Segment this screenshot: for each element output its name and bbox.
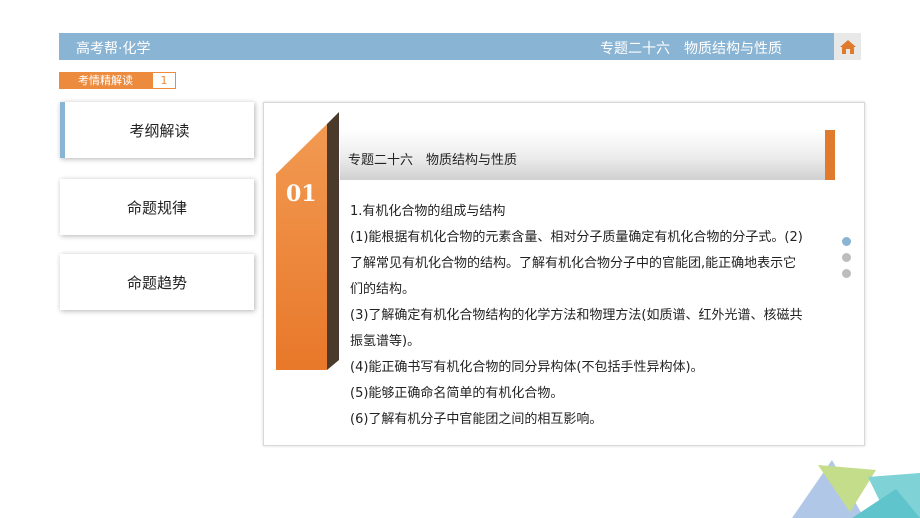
topic-title: 专题二十六 物质结构与性质 xyxy=(600,41,782,57)
pager-dot-2[interactable] xyxy=(842,253,851,262)
section-tag: 考情精解读 xyxy=(59,72,152,89)
home-icon xyxy=(839,39,856,54)
panel-title: 专题二十六 物质结构与性质 xyxy=(348,153,518,168)
pager-dot-1[interactable] xyxy=(842,237,851,246)
nav-rules-button[interactable]: 命题规律 xyxy=(60,179,254,235)
corner-decoration xyxy=(792,460,920,518)
syllabus-text: 1.有机化合物的组成与结构 (1)能根据有机化合物的元素含量、相对分子质量确定有… xyxy=(350,199,805,433)
page-number: 1 xyxy=(152,72,176,89)
home-button[interactable] xyxy=(834,33,861,60)
title-accent xyxy=(825,130,835,180)
section-number: 01 xyxy=(286,181,317,207)
header-bar: 高考帮·化学 专题二十六 物质结构与性质 xyxy=(59,33,834,60)
text-line: (4)能正确书写有机化合物的同分异构体(不包括手性异构体)。 xyxy=(350,360,704,375)
text-line: 1.有机化合物的组成与结构 xyxy=(350,204,506,219)
nav-label: 命题规律 xyxy=(126,198,187,217)
nav-label: 考纲解读 xyxy=(129,121,190,140)
nav-syllabus-button[interactable]: 考纲解读 xyxy=(60,102,254,158)
number-tab-graphic xyxy=(276,112,339,370)
text-line: (5)能够正确命名简单的有机化合物。 xyxy=(350,386,564,401)
text-line: (6)了解有机分子中官能团之间的相互影响。 xyxy=(350,412,603,427)
nav-label: 命题趋势 xyxy=(126,273,187,292)
pager-dot-3[interactable] xyxy=(842,269,851,278)
text-line: (1)能根据有机化合物的元素含量、相对分子质量确定有机化合物的分子式。(2)了解… xyxy=(350,230,803,297)
text-line: (3)了解确定有机化合物结构的化学方法和物理方法(如质谱、红外光谱、核磁共振氢谱… xyxy=(350,308,803,349)
nav-trends-button[interactable]: 命题趋势 xyxy=(60,254,254,310)
brand-title: 高考帮·化学 xyxy=(76,41,151,57)
